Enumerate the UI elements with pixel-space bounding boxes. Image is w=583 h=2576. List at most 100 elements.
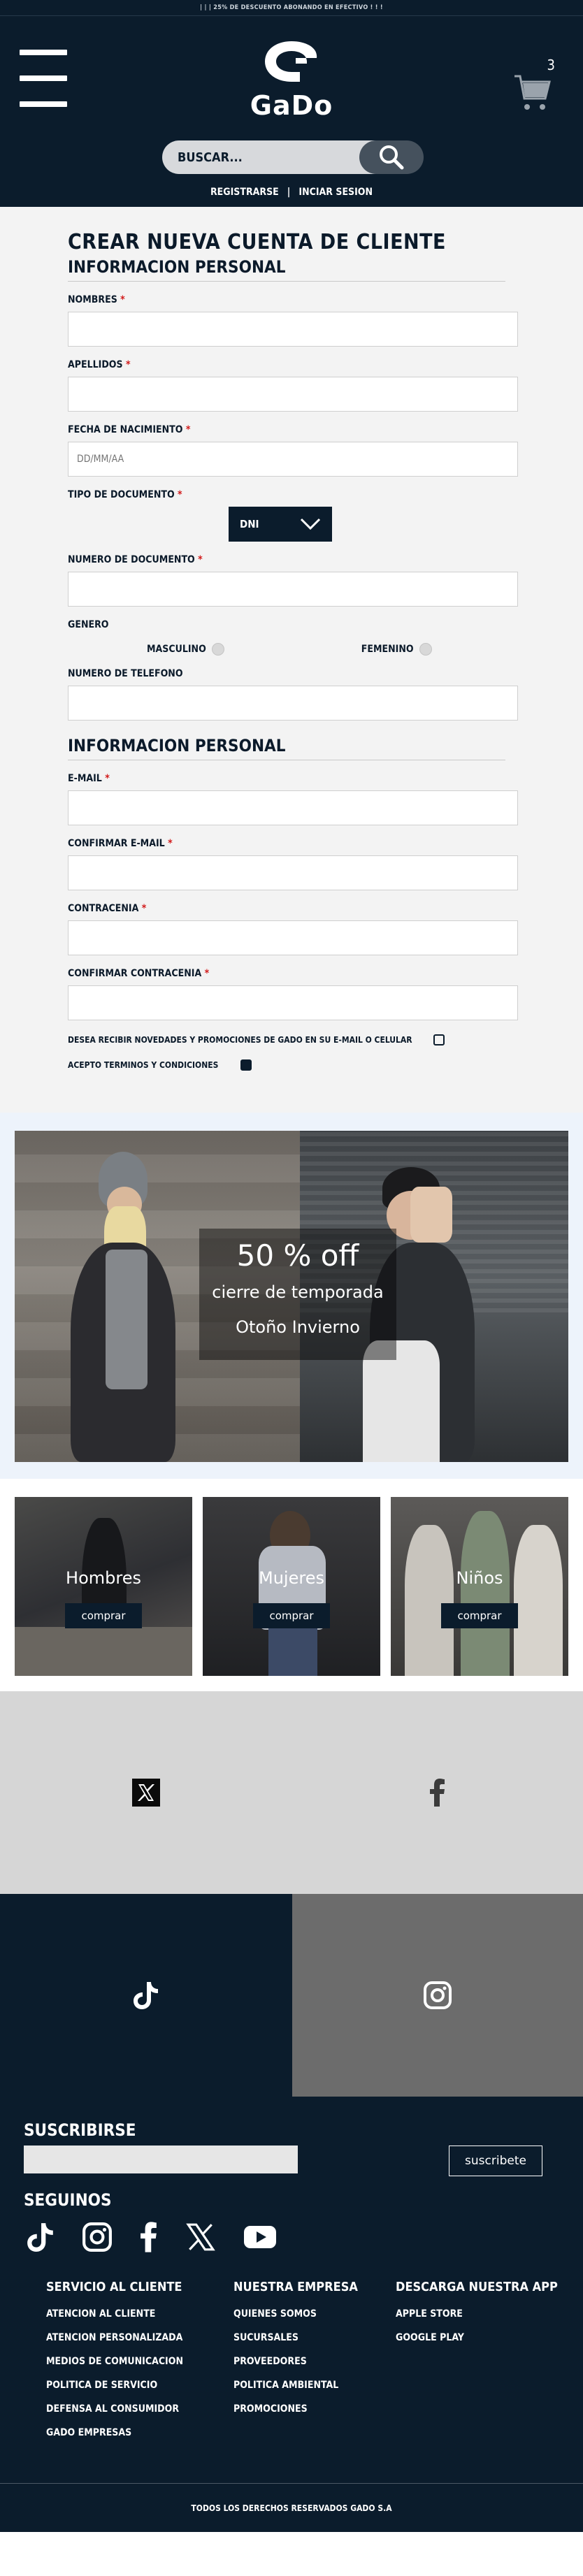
gender-male-label: MASCULINO: [147, 644, 206, 655]
category-card-hombres[interactable]: Hombres comprar: [15, 1497, 192, 1676]
copyright-text: TODOS LOS DERECHOS RESERVADOS GADO S.A: [191, 2503, 392, 2513]
fecha-field: FECHA DE NACIMIENTO *: [68, 424, 518, 477]
category-title: Mujeres: [259, 1568, 324, 1588]
category-buy-button[interactable]: comprar: [65, 1603, 142, 1628]
document-type-select[interactable]: DNI: [229, 507, 332, 542]
promo-banner[interactable]: 50 % off cierre de temporada Otoño Invie…: [15, 1131, 568, 1462]
youtube-icon[interactable]: [243, 2224, 277, 2250]
footer-link[interactable]: POLITICA DE SERVICIO: [46, 2380, 233, 2391]
tiktok-icon: [134, 1982, 158, 2009]
fecha-label: FECHA DE NACIMIENTO *: [68, 424, 191, 435]
category-card-ninos[interactable]: Niños comprar: [391, 1497, 568, 1676]
login-link[interactable]: INCIAR SESION: [298, 187, 373, 198]
register-link[interactable]: REGISTRARSE: [210, 187, 279, 198]
footer-link[interactable]: ATENCION AL CLIENTE: [46, 2308, 233, 2320]
footer-link[interactable]: DEFENSA AL CONSUMIDOR: [46, 2403, 233, 2415]
fecha-input[interactable]: [68, 442, 518, 477]
terms-label: ACEPTO TERMINOS Y CONDICIONES: [68, 1060, 219, 1070]
x-icon[interactable]: [185, 2222, 216, 2252]
hamburger-menu-icon[interactable]: [20, 50, 67, 107]
footer-link[interactable]: APPLE STORE: [396, 2308, 558, 2320]
tiktok-icon[interactable]: [27, 2222, 55, 2252]
footer-col-service: SERVICIO AL CLIENTE ATENCION AL CLIENTE …: [46, 2280, 233, 2451]
category-buy-button[interactable]: comprar: [253, 1603, 330, 1628]
promo-banner-section: 50 % off cierre de temporada Otoño Invie…: [0, 1113, 583, 1479]
gender-female-label: FEMENINO: [361, 644, 414, 655]
category-buy-button[interactable]: comprar: [441, 1603, 518, 1628]
register-form-section: CREAR NUEVA CUENTA DE CLIENTE INFORMACIO…: [0, 207, 583, 1113]
social-tile-instagram[interactable]: [292, 1894, 583, 2097]
footer-link[interactable]: QUIENES SOMOS: [233, 2308, 396, 2320]
numero-doc-input[interactable]: [68, 572, 518, 607]
section-contact-heading: INFORMACION PERSONAL: [68, 736, 505, 760]
gender-male-radio[interactable]: [211, 643, 224, 656]
facebook-icon[interactable]: [140, 2222, 158, 2252]
instagram-icon[interactable]: [82, 2222, 113, 2252]
instagram-icon: [424, 1981, 452, 2009]
footer-col-app: DESCARGA NUESTRA APP APPLE STORE GOOGLE …: [396, 2280, 558, 2451]
subscribe-block: SUSCRIBIRSE suscribete: [0, 2120, 583, 2176]
apellidos-label: APELLIDOS *: [68, 359, 131, 370]
document-type-value: DNI: [240, 518, 259, 530]
subscribe-title: SUSCRIBIRSE: [24, 2120, 136, 2140]
footer-link[interactable]: GADO EMPRESAS: [46, 2427, 233, 2438]
social-tile-x[interactable]: [0, 1691, 292, 1894]
promo-headline: 50 % off: [236, 1238, 359, 1273]
tipo-doc-field: TIPO DE DOCUMENTO * DNI: [68, 489, 518, 542]
gender-option-female[interactable]: FEMENINO: [361, 643, 432, 656]
subscribe-button[interactable]: suscribete: [449, 2146, 542, 2176]
gender-female-radio[interactable]: [419, 643, 432, 656]
confirm-email-input[interactable]: [68, 855, 518, 890]
footer-link[interactable]: POLITICA AMBIENTAL: [233, 2380, 396, 2391]
facebook-icon: [430, 1779, 445, 1807]
confirm-password-label: CONFIRMAR CONTRACENIA *: [68, 968, 210, 979]
category-card-mujeres[interactable]: Mujeres comprar: [203, 1497, 380, 1676]
apellidos-input[interactable]: [68, 377, 518, 412]
brand-logo[interactable]: GaDo: [245, 40, 338, 124]
confirm-email-field: CONFIRMAR E-MAIL *: [68, 838, 518, 890]
password-input[interactable]: [68, 920, 518, 955]
search-bar: [162, 140, 424, 174]
social-tile-tiktok[interactable]: [0, 1894, 292, 2097]
confirm-password-input[interactable]: [68, 985, 518, 1020]
cart-count-badge: 3: [547, 57, 555, 73]
footer-link[interactable]: PROMOCIONES: [233, 2403, 396, 2415]
email-input[interactable]: [68, 790, 518, 825]
follow-icons: [0, 2220, 583, 2255]
footer-link[interactable]: GOOGLE PLAY: [396, 2332, 558, 2343]
nombres-input[interactable]: [68, 312, 518, 347]
brand-name: GaDo: [250, 90, 333, 121]
terms-checkbox[interactable]: [240, 1059, 252, 1071]
footer-col-title: DESCARGA NUESTRA APP: [396, 2280, 558, 2294]
footer-columns: SERVICIO AL CLIENTE ATENCION AL CLIENTE …: [0, 2280, 583, 2483]
subscribe-email-input[interactable]: [24, 2146, 298, 2173]
footer-link[interactable]: ATENCION PERSONALIZADA: [46, 2332, 233, 2343]
footer-link[interactable]: PROVEEDORES: [233, 2356, 396, 2367]
footer-col-title: SERVICIO AL CLIENTE: [46, 2280, 182, 2294]
telefono-field: NUMERO DE TELEFONO: [68, 668, 518, 721]
search-input[interactable]: [162, 140, 379, 174]
numero-doc-field: NUMERO DE DOCUMENTO *: [68, 554, 518, 607]
password-field: CONTRACENIA *: [68, 903, 518, 955]
genero-field: GENERO MASCULINO FEMENINO: [68, 619, 518, 656]
gender-option-male[interactable]: MASCULINO: [147, 643, 224, 656]
register-form: CREAR NUEVA CUENTA DE CLIENTE INFORMACIO…: [68, 231, 518, 1071]
tipo-doc-label: TIPO DE DOCUMENTO *: [68, 489, 182, 500]
social-tile-facebook[interactable]: [292, 1691, 583, 1894]
copyright-bar: TODOS LOS DERECHOS RESERVADOS GADO S.A: [0, 2483, 583, 2532]
terms-row: ACEPTO TERMINOS Y CONDICIONES: [68, 1059, 518, 1071]
footer-link[interactable]: SUCURSALES: [233, 2332, 396, 2343]
search-button[interactable]: [359, 140, 424, 174]
telefono-input[interactable]: [68, 686, 518, 721]
footer-link[interactable]: MEDIOS DE COMUNICACION: [46, 2356, 233, 2367]
auth-links: REGISTRARSE | INCIAR SESION: [0, 187, 583, 198]
numero-doc-label: NUMERO DE DOCUMENTO *: [68, 554, 203, 565]
cart-button[interactable]: 3: [513, 57, 555, 114]
confirm-password-field: CONFIRMAR CONTRACENIA *: [68, 968, 518, 1020]
shopping-cart-icon: [514, 75, 551, 110]
category-title: Niños: [456, 1568, 503, 1588]
newsletter-row: DESEA RECIBIR NOVEDADES Y PROMOCIONES DE…: [68, 1034, 518, 1045]
newsletter-checkbox[interactable]: [433, 1034, 445, 1045]
auth-separator: |: [287, 187, 291, 198]
nombres-field: NOMBRES *: [68, 294, 518, 347]
